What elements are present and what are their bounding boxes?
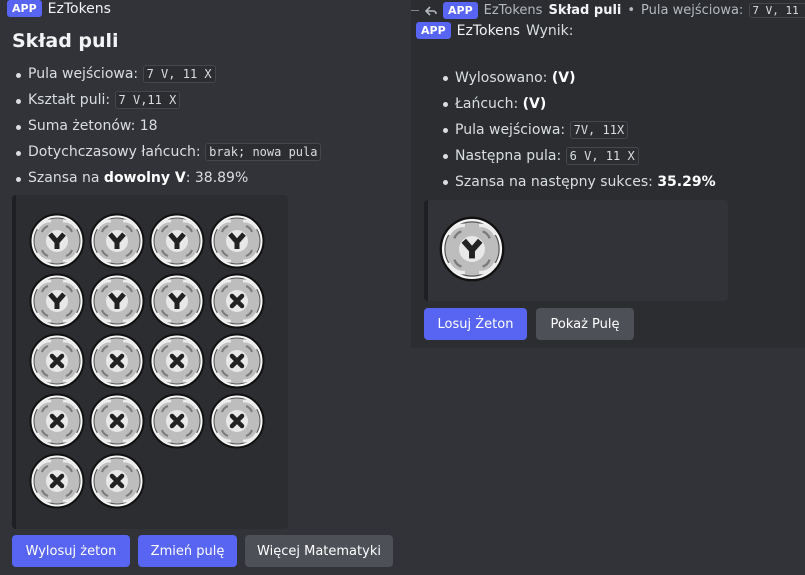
reply-separator: • — [627, 3, 636, 18]
list-item: Dotychczasowy łańcuch: brak; nowa pula — [15, 142, 322, 168]
list-item: Pula wejściowa: 7V, 11X — [443, 119, 716, 145]
more-math-button[interactable]: Więcej Matematyki — [245, 535, 393, 567]
token-v-icon — [29, 213, 85, 269]
token-grid — [12, 195, 288, 529]
token-x-icon — [89, 453, 145, 509]
reply-pool-label: Pula wejściowa: — [641, 3, 744, 18]
change-pool-button[interactable]: Zmień pulę — [138, 535, 237, 567]
list-item: Szansa na następny sukces: 35.29% — [443, 171, 716, 197]
reply-connector — [411, 10, 419, 11]
bot-name[interactable]: EzTokens — [48, 1, 111, 17]
token-x-icon — [89, 333, 145, 389]
app-badge: APP — [7, 0, 42, 17]
list-item: Kształt puli: 7 V,11 X — [15, 90, 321, 116]
token-x-icon — [89, 393, 145, 449]
token-x-icon — [29, 393, 85, 449]
app-badge: APP — [416, 22, 451, 39]
list-item: Pula wejściowa: 7 V, 11 X — [15, 64, 321, 90]
left-message: APP EzTokens Skład puli Pula wejściowa: … — [0, 0, 410, 575]
token-x-icon — [29, 333, 85, 389]
token-v-icon — [209, 213, 265, 269]
result-label: Wynik: — [525, 22, 574, 39]
reply-icon — [425, 5, 437, 16]
token-x-icon — [209, 333, 265, 389]
show-pool-button[interactable]: Pokaż Pulę — [536, 308, 634, 340]
reply-reference[interactable]: APP EzTokens Skład puli • Pula wejściowa… — [411, 2, 805, 19]
pool-info-list: Pula wejściowa: 7 V, 11 X Kształt puli: … — [12, 64, 322, 194]
token-v-icon — [439, 216, 505, 282]
list-item: Łańcuch: (V) — [443, 93, 716, 119]
token-x-icon — [149, 393, 205, 449]
draw-token-button[interactable]: Wylosuj żeton — [12, 535, 130, 567]
app-badge: APP — [443, 2, 478, 19]
list-item: Szansa na dowolny V: 38.89% — [15, 168, 321, 194]
right-message: APP EzTokens Skład puli • Pula wejściowa… — [411, 0, 805, 348]
token-v-icon — [149, 273, 205, 329]
token-x-icon — [209, 273, 265, 329]
token-v-icon — [89, 273, 145, 329]
reply-pool-code: 7 V, 11 X — [749, 3, 805, 18]
list-item: Następna pula: 6 V, 11 X — [443, 145, 716, 171]
embed-title: Skład puli — [12, 30, 119, 52]
token-v-icon — [89, 213, 145, 269]
message-header: APP EzTokens Wynik: — [416, 22, 573, 39]
token-x-icon — [29, 453, 85, 509]
token-x-icon — [149, 333, 205, 389]
token-v-icon — [149, 213, 205, 269]
token-x-icon — [209, 393, 265, 449]
result-info-list: Wylosowano: (V) Łańcuch: (V) Pula wejści… — [439, 67, 716, 197]
reply-title: Skład puli — [548, 3, 622, 18]
drawn-token-box — [424, 200, 728, 301]
message-header: APP EzTokens — [7, 0, 111, 17]
bot-name[interactable]: EzTokens — [457, 23, 520, 39]
draw-token-button[interactable]: Losuj Żeton — [424, 308, 527, 340]
list-item: Suma żetonów: 18 — [15, 116, 321, 142]
reply-bot-name: EzTokens — [483, 3, 543, 18]
list-item: Wylosowano: (V) — [443, 67, 716, 93]
token-v-icon — [29, 273, 85, 329]
